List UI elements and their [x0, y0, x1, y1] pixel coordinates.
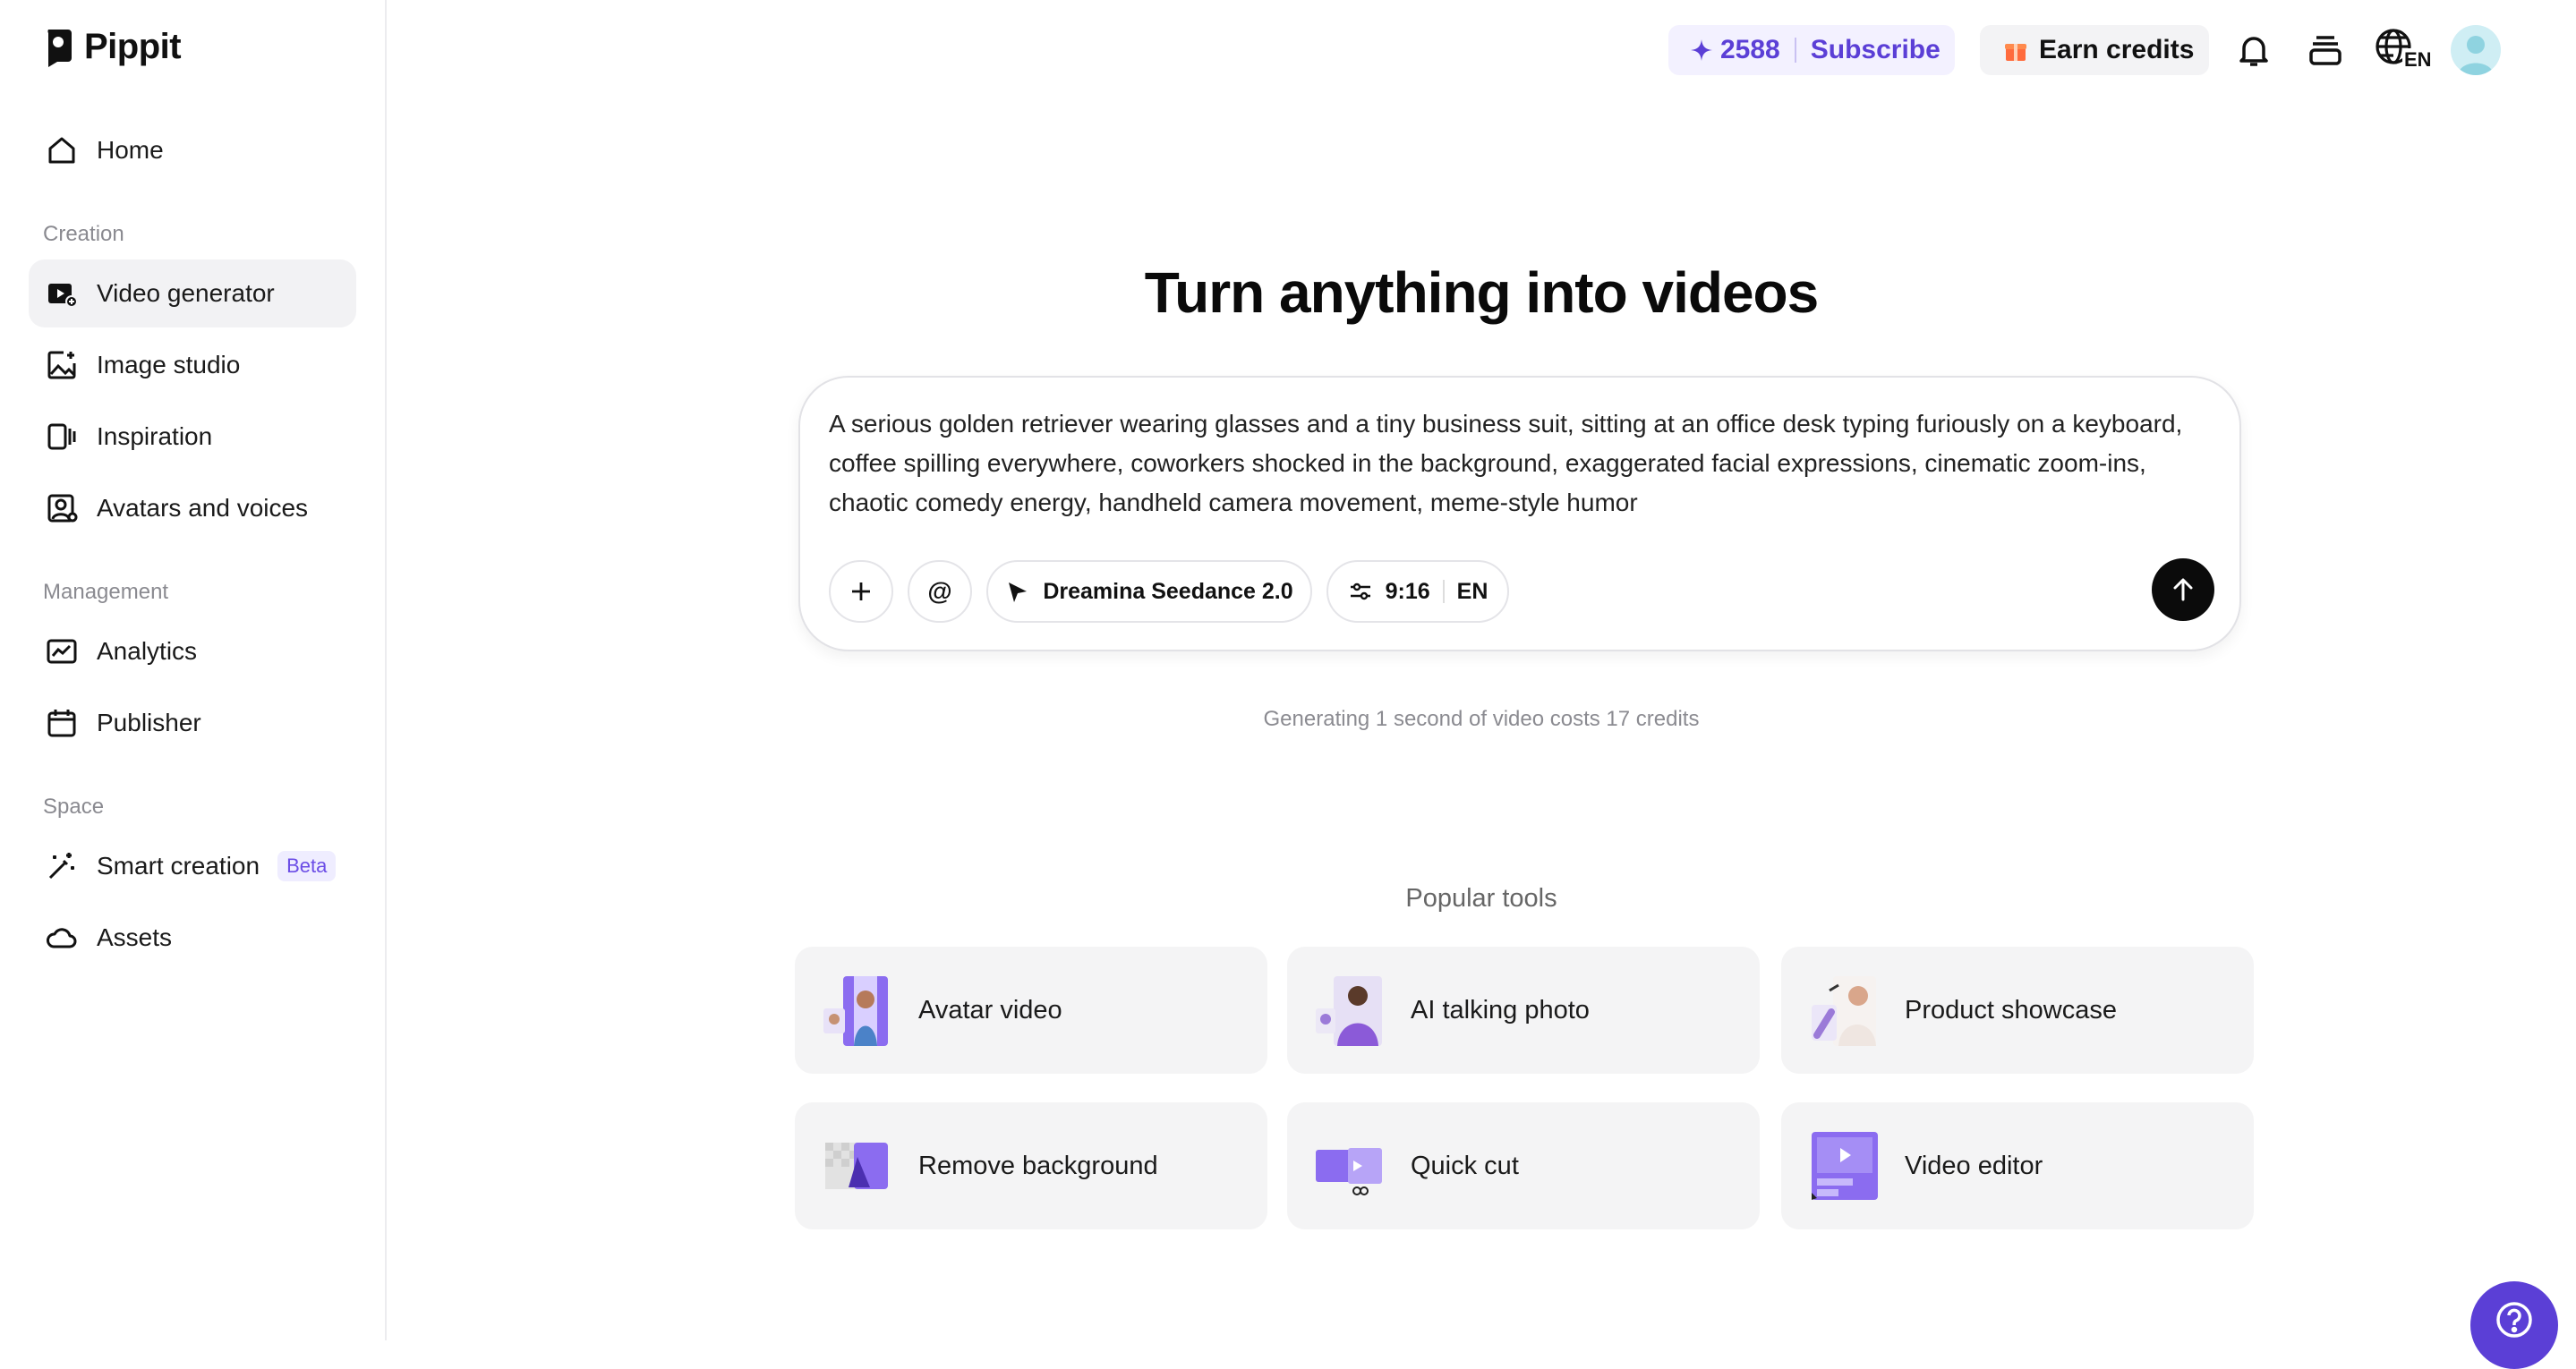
subscribe-label: Subscribe — [1810, 35, 1941, 64]
video-settings-button[interactable]: 9:16 EN — [1326, 560, 1509, 623]
quick-cut-thumbnail — [1314, 1128, 1384, 1203]
tool-label: Avatar video — [918, 995, 1062, 1025]
sidebar-item-inspiration[interactable]: Inspiration — [29, 403, 356, 471]
arrow-up-icon — [2173, 578, 2193, 601]
credit-cost-note: Generating 1 second of video costs 17 cr… — [1263, 707, 1700, 731]
sidebar-item-publisher[interactable]: Publisher — [29, 689, 356, 757]
earn-credits-label: Earn credits — [2039, 35, 2195, 64]
divider — [1442, 580, 1445, 603]
tool-label: Product showcase — [1905, 995, 2117, 1025]
user-avatar-icon — [2458, 36, 2494, 75]
brand-logo[interactable]: Pippit — [43, 27, 182, 67]
ai-talking-photo-thumbnail — [1314, 973, 1384, 1048]
pippit-logo-icon — [47, 29, 72, 67]
tool-product-showcase[interactable]: Product showcase — [1781, 947, 2254, 1074]
sidebar-item-avatars-voices[interactable]: Avatars and voices — [29, 474, 356, 542]
video-plus-icon — [45, 276, 79, 310]
plus-icon — [852, 582, 870, 600]
beta-badge: Beta — [277, 851, 337, 881]
gift-icon — [2005, 44, 2026, 61]
sidebar-item-image-studio[interactable]: Image studio — [29, 331, 356, 399]
notification-bell-icon[interactable] — [2231, 27, 2277, 73]
dreamina-model-icon — [1009, 582, 1028, 602]
tool-label: Video editor — [1905, 1151, 2043, 1180]
tool-quick-cut[interactable]: Quick cut — [1287, 1102, 1760, 1229]
page-title: Turn anything into videos — [1144, 260, 1819, 325]
sidebar-item-label: Image studio — [97, 351, 241, 378]
sidebar-item-label: Assets — [97, 923, 173, 951]
tool-avatar-video[interactable]: Avatar video — [795, 947, 1267, 1074]
section-label-space: Space — [43, 795, 105, 819]
add-attachment-button[interactable] — [829, 560, 893, 623]
earn-credits-button[interactable]: Earn credits — [1980, 25, 2209, 75]
tool-remove-background[interactable]: Remove background — [795, 1102, 1267, 1229]
help-button[interactable] — [2470, 1281, 2558, 1369]
tool-ai-talking-photo[interactable]: AI talking photo — [1287, 947, 1760, 1074]
video-editor-thumbnail — [1808, 1128, 1878, 1203]
avatar-icon — [45, 491, 79, 525]
sidebar-item-label: Inspiration — [97, 422, 213, 450]
sidebar-item-label: Analytics — [97, 637, 198, 665]
remove-background-thumbnail — [822, 1128, 891, 1203]
brand-name: Pippit — [84, 27, 182, 66]
tool-label: AI talking photo — [1411, 995, 1590, 1025]
model-label: Dreamina Seedance 2.0 — [1043, 578, 1293, 604]
divider — [1794, 38, 1796, 63]
sidebar-item-assets[interactable]: Assets — [29, 904, 356, 972]
user-avatar[interactable] — [2451, 25, 2501, 75]
language-globe-icon[interactable]: EN — [2374, 27, 2434, 73]
section-label-management: Management — [43, 580, 169, 604]
sidebar-item-analytics[interactable]: Analytics — [29, 617, 356, 685]
calendar-icon — [45, 706, 79, 740]
sidebar-item-label: Smart creation — [97, 852, 260, 880]
product-showcase-thumbnail — [1808, 973, 1878, 1048]
cloud-icon — [45, 921, 79, 955]
image-plus-icon — [45, 348, 79, 382]
credits-subscribe-button[interactable]: 2588 Subscribe — [1668, 25, 1955, 75]
stack-icon[interactable] — [2302, 27, 2349, 73]
tool-video-editor[interactable]: Video editor — [1781, 1102, 2254, 1229]
language-code: EN — [2402, 48, 2434, 72]
question-mark-icon — [2496, 1302, 2532, 1338]
sidebar-item-label: Home — [97, 136, 164, 164]
sidebar-item-label: Avatars and voices — [97, 494, 309, 522]
send-button[interactable] — [2152, 558, 2214, 621]
sidebar: Pippit Home Creation Video generator Ima… — [0, 0, 387, 1340]
sidebar-item-label: Video generator — [97, 279, 275, 307]
model-selector[interactable]: Dreamina Seedance 2.0 — [986, 560, 1312, 623]
output-language-label: EN — [1456, 578, 1488, 604]
sparkle-icon — [1691, 39, 1712, 61]
mention-button[interactable]: @ — [908, 560, 972, 623]
aspect-ratio-label: 9:16 — [1385, 578, 1430, 604]
credit-count: 2588 — [1720, 35, 1780, 64]
sidebar-item-home[interactable]: Home — [29, 116, 356, 184]
prompt-input[interactable]: A serious golden retriever wearing glass… — [829, 404, 2207, 523]
section-label-creation: Creation — [43, 222, 124, 246]
at-icon: @ — [927, 577, 952, 605]
tool-label: Quick cut — [1411, 1151, 1519, 1180]
popular-tools-title: Popular tools — [1405, 884, 1557, 913]
sidebar-item-smart-creation[interactable]: Smart creation Beta — [29, 832, 356, 900]
sidebar-item-video-generator[interactable]: Video generator — [29, 259, 356, 327]
prompt-box: A serious golden retriever wearing glass… — [798, 376, 2241, 651]
magic-wand-icon — [45, 849, 79, 883]
analytics-icon — [45, 634, 79, 668]
inspiration-icon — [45, 420, 79, 454]
sidebar-item-label: Publisher — [97, 709, 201, 736]
home-icon — [45, 133, 79, 167]
avatar-video-thumbnail — [822, 973, 891, 1048]
tool-label: Remove background — [918, 1151, 1158, 1180]
sliders-icon — [1350, 582, 1370, 600]
